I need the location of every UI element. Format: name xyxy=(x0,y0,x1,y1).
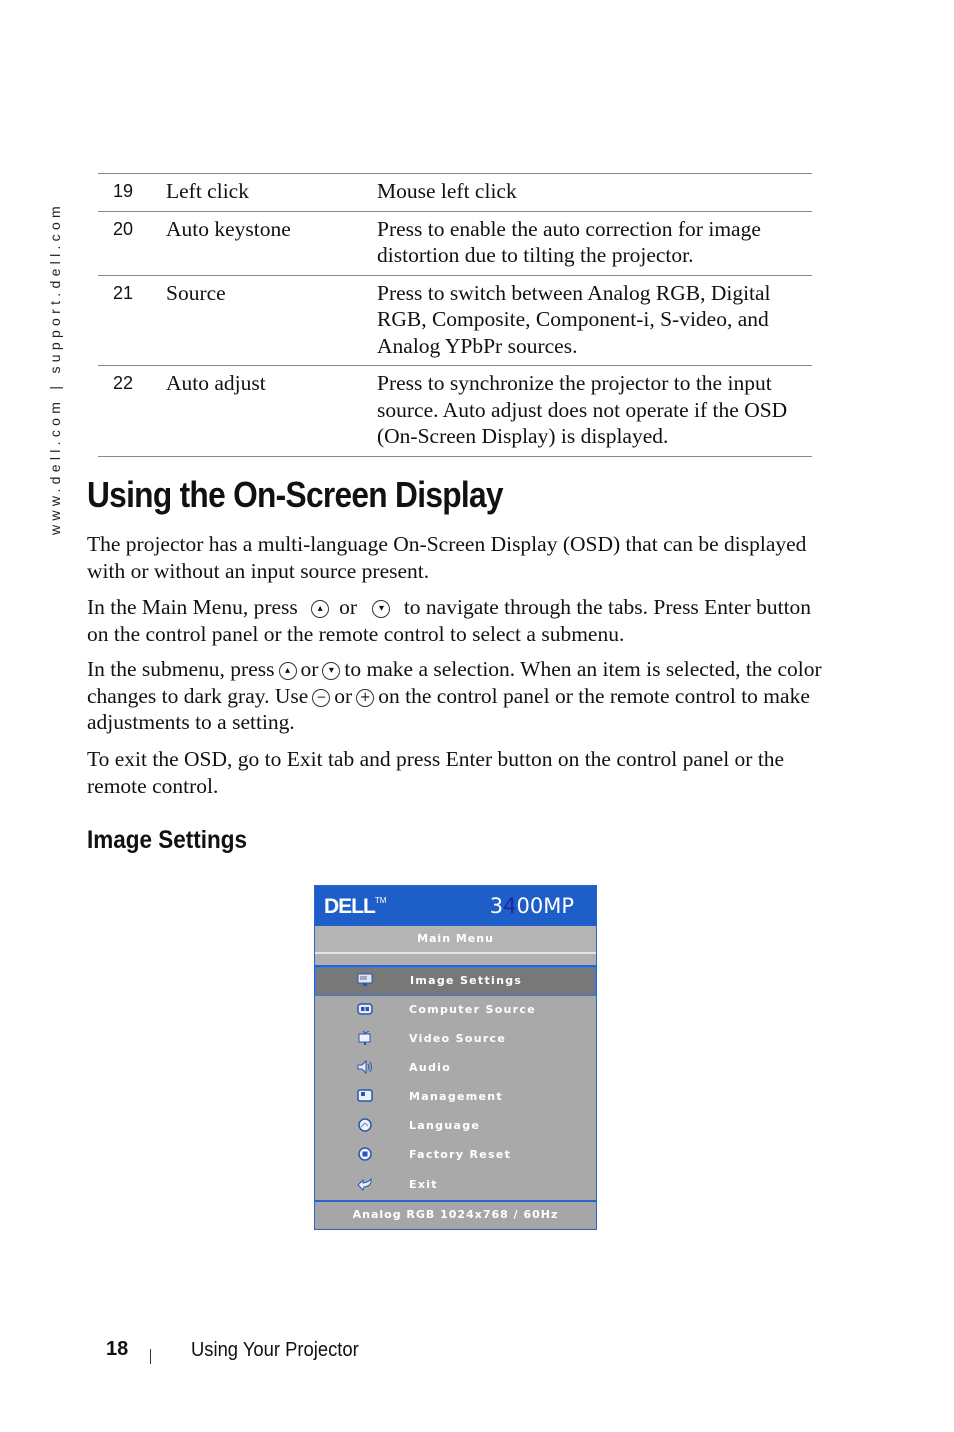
monitor-icon xyxy=(357,973,373,986)
exit-arrow-icon xyxy=(357,1177,372,1191)
table-row: 19 Left click Mouse left click xyxy=(98,173,812,212)
side-url: www.dell.com | support.dell.com xyxy=(47,170,67,535)
key-description: Press to enable the auto correction for … xyxy=(377,211,812,276)
text: or xyxy=(339,595,358,619)
plus-button-icon xyxy=(356,688,375,707)
down-button-icon xyxy=(372,600,391,618)
osd-item-audio[interactable]: Audio xyxy=(315,1054,596,1083)
key-table: 19 Left click Mouse left click 20 Auto k… xyxy=(98,173,812,457)
table-row: 20 Auto keystone Press to enable the aut… xyxy=(98,211,812,276)
key-number: 20 xyxy=(98,211,166,276)
dell-logo: DELLTM xyxy=(324,895,387,918)
osd-item-computer-source[interactable]: Computer Source xyxy=(315,996,596,1025)
subsection-title: Image Settings xyxy=(87,826,248,854)
key-description: Press to synchronize the projector to th… xyxy=(377,365,812,457)
tv-icon xyxy=(358,1031,371,1045)
chapter-title: Using Your Projector xyxy=(191,1339,359,1361)
speaker-icon xyxy=(357,1060,372,1074)
osd-item-exit[interactable]: Exit xyxy=(315,1171,596,1200)
key-number: 22 xyxy=(98,365,166,457)
osd-divider xyxy=(315,954,596,967)
key-label: Left click xyxy=(166,173,377,212)
page-number: 18 xyxy=(106,1338,129,1360)
table-row: 22 Auto adjust Press to synchronize the … xyxy=(98,365,812,457)
osd-item-image-settings[interactable]: Image Settings xyxy=(315,967,596,996)
management-icon xyxy=(357,1089,373,1102)
osd-item-factory-reset[interactable]: Factory Reset xyxy=(315,1141,596,1170)
key-description: Mouse left click xyxy=(377,173,812,212)
text: In the Main Menu, press xyxy=(87,595,298,619)
text: In the submenu, press xyxy=(87,657,275,681)
text: or xyxy=(334,683,353,708)
key-label: Auto adjust xyxy=(166,365,377,457)
table-row: 21 Source Press to switch between Analog… xyxy=(98,275,812,366)
up-button-icon xyxy=(278,662,297,680)
text: or xyxy=(300,657,319,681)
key-label: Source xyxy=(166,275,377,366)
osd-item-language[interactable]: Language xyxy=(315,1112,596,1141)
osd-item-video-source[interactable]: Video Source xyxy=(315,1025,596,1054)
osd-status-bar: Analog RGB 1024x768 / 60Hz xyxy=(315,1200,596,1229)
globe-icon xyxy=(358,1118,372,1132)
up-button-icon xyxy=(311,600,330,618)
key-number: 19 xyxy=(98,173,166,212)
osd-header: DELLTM 3400MP xyxy=(315,886,596,926)
key-number: 21 xyxy=(98,275,166,366)
paragraph-main-menu: In the Main Menu, press or to navigate t… xyxy=(87,594,827,647)
section-title: Using the On-Screen Display xyxy=(87,474,504,515)
osd-menu-title: Main Menu xyxy=(315,926,596,954)
paragraph-exit: To exit the OSD, go to Exit tab and pres… xyxy=(87,747,785,798)
side-url-text: www.dell.com | support.dell.com xyxy=(47,201,63,535)
key-label: Auto keystone xyxy=(166,211,377,276)
paragraph-intro: The projector has a multi-language On-Sc… xyxy=(87,532,807,583)
minus-button-icon xyxy=(312,688,331,707)
osd-item-management[interactable]: Management xyxy=(315,1083,596,1112)
paragraph-submenu: In the submenu, pressorto make a selecti… xyxy=(87,656,832,736)
key-description: Press to switch between Analog RGB, Digi… xyxy=(377,275,812,366)
osd-screenshot: DELLTM 3400MP Main Menu Image Settings C… xyxy=(314,885,597,1230)
reset-icon xyxy=(358,1147,372,1161)
down-button-icon xyxy=(322,662,341,680)
footer-divider xyxy=(150,1349,151,1364)
computer-source-icon xyxy=(357,1003,373,1015)
model-name: 3400MP xyxy=(489,894,574,918)
